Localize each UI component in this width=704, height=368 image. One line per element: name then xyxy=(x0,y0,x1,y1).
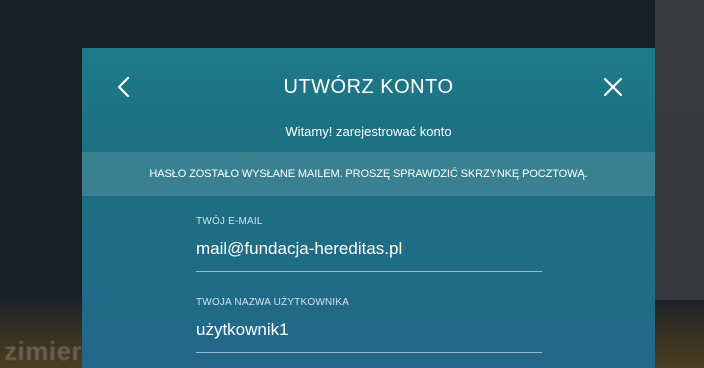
username-underline xyxy=(196,352,542,353)
username-field-group: TWOJA NAZWA UŻYTKOWNIKA użytkownik1 xyxy=(196,297,542,353)
modal-subtitle: Witamy! zarejestrować konto xyxy=(285,124,452,139)
background-top xyxy=(0,0,704,48)
modal-title: UTWÓRZ KONTO xyxy=(283,76,454,98)
username-label: TWOJA NAZWA UŻYTKOWNIKA xyxy=(196,297,350,308)
email-underline xyxy=(196,271,542,272)
notice-text: HASŁO ZOSTAŁO WYSŁANE MAILEM. PROSZĘ SPR… xyxy=(149,168,588,180)
create-account-modal: UTWÓRZ KONTO Witamy! zarejestrować konto… xyxy=(82,48,655,368)
page-background: zimierz Dolny. Czas powstania nie UTWÓRZ… xyxy=(0,0,704,368)
email-label: TWÓJ E-MAIL xyxy=(196,216,263,227)
username-field[interactable]: użytkownik1 xyxy=(196,320,542,342)
password-sent-notice: HASŁO ZOSTAŁO WYSŁANE MAILEM. PROSZĘ SPR… xyxy=(82,152,655,196)
close-icon xyxy=(603,77,623,97)
email-field[interactable]: mail@fundacja-hereditas.pl xyxy=(196,239,542,261)
email-field-group: TWÓJ E-MAIL mail@fundacja-hereditas.pl xyxy=(196,216,542,272)
close-button[interactable] xyxy=(598,72,628,102)
